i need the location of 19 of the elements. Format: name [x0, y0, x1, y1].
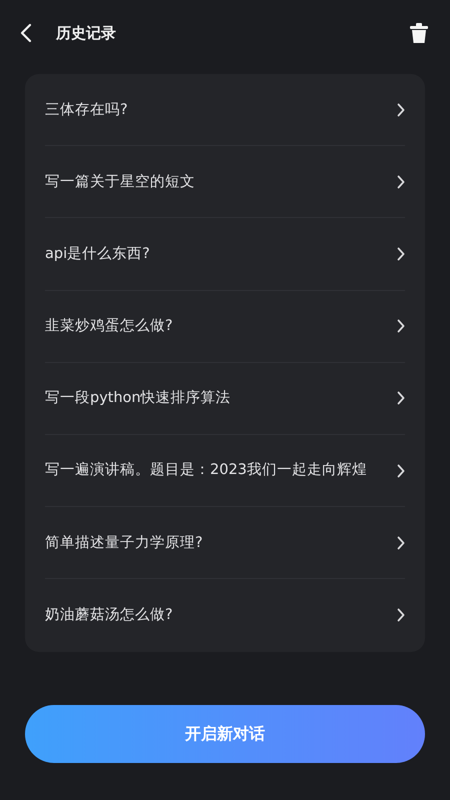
history-item[interactable]: 奶油蘑菇汤怎么做? [45, 579, 405, 652]
back-icon[interactable] [20, 23, 32, 43]
history-item[interactable]: api是什么东西? [45, 218, 405, 291]
page-title: 历史记录 [56, 22, 116, 44]
chevron-icon [397, 391, 405, 406]
chevron-icon [397, 174, 405, 189]
history-item[interactable]: 三体存在吗? [45, 74, 405, 146]
chevron-icon [397, 319, 405, 334]
trash-icon[interactable] [410, 22, 428, 44]
history-item[interactable]: 写一段python快速排序算法 [45, 362, 405, 435]
chevron-icon [397, 246, 405, 261]
chevron-icon [397, 536, 405, 550]
history-item[interactable]: 韭菜炒鸡蛋怎么做? [45, 290, 405, 363]
chevron-icon [397, 464, 405, 478]
history-item[interactable]: 写一遍演讲稿。题目是：2023我们一起走向辉煌 [45, 434, 405, 508]
history-item[interactable]: 简单描述量子力学原理? [45, 507, 405, 580]
chevron-icon [397, 102, 405, 117]
history-item[interactable]: 写一篇关于星空的短文 [45, 146, 405, 218]
chevron-icon [397, 608, 405, 622]
